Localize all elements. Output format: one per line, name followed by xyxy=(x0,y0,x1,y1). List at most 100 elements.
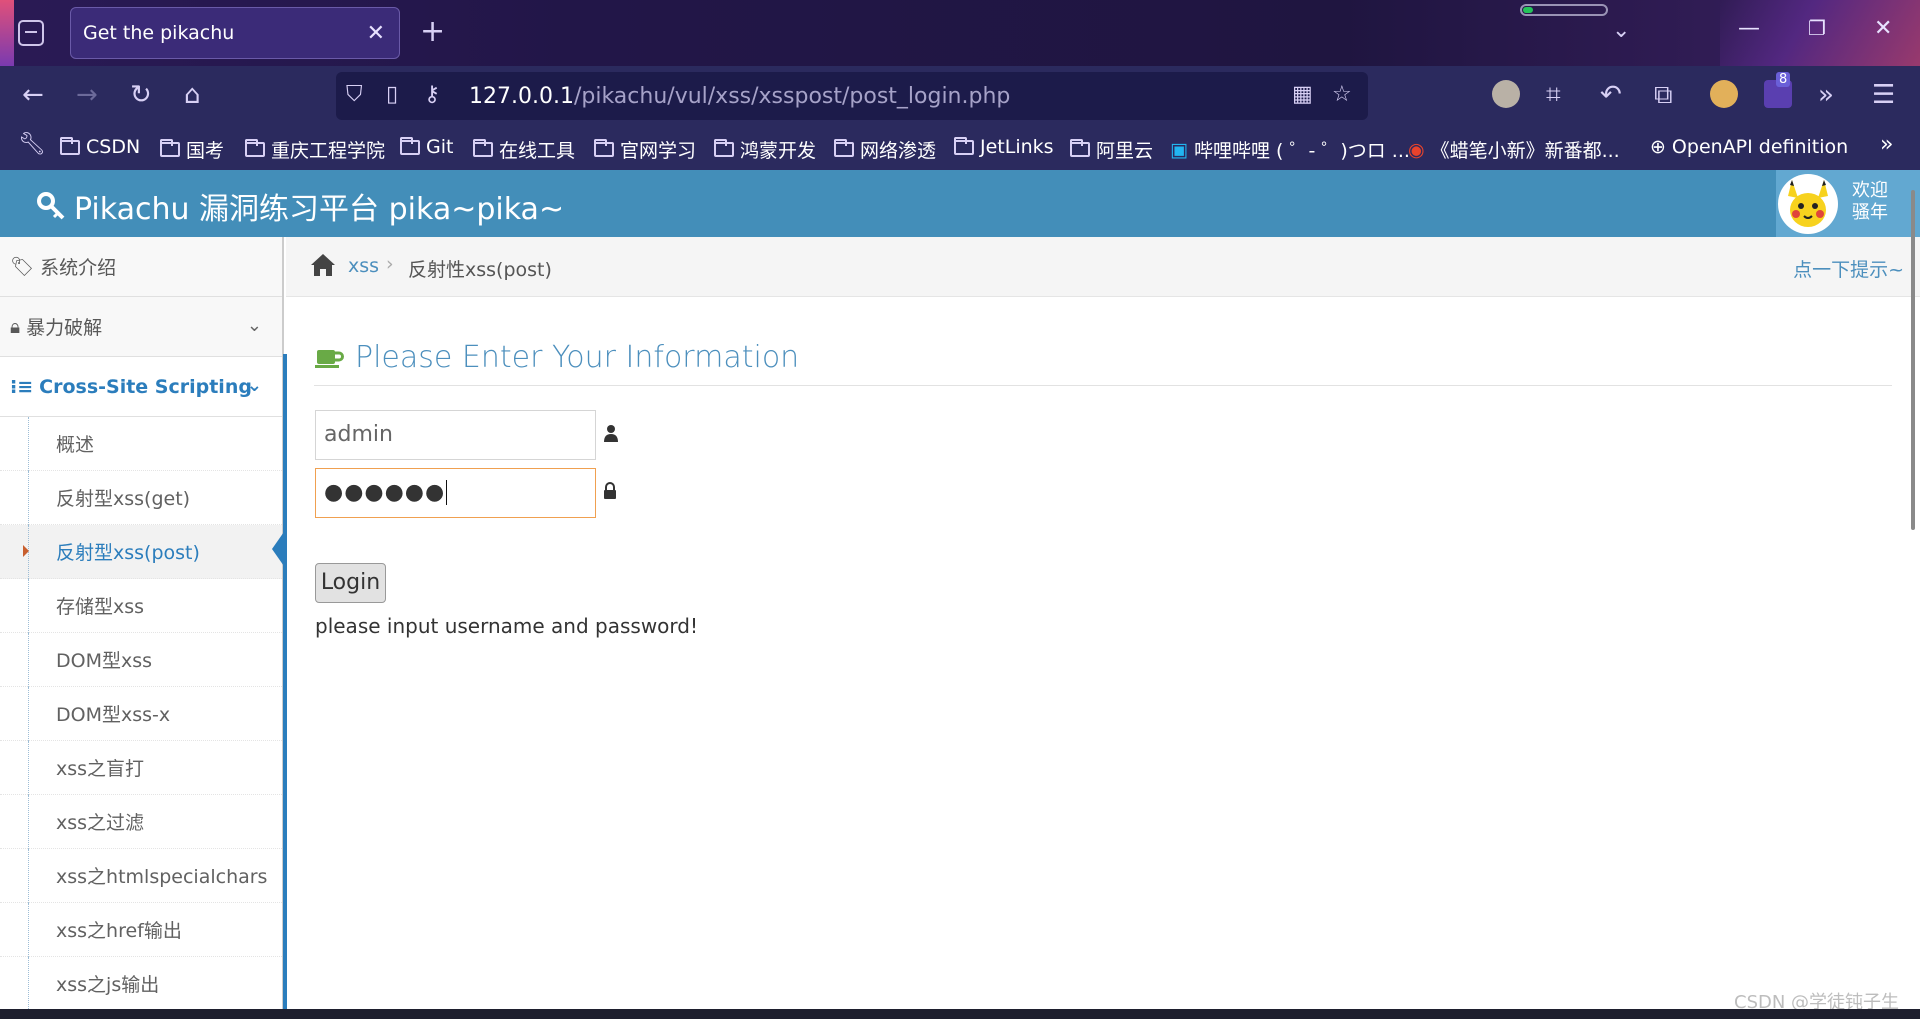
folder-icon xyxy=(400,136,420,155)
username-field[interactable]: admin xyxy=(315,410,596,460)
bookmark-item[interactable]: 在线工具 xyxy=(473,136,575,163)
text-cursor xyxy=(446,480,448,505)
theme-decoration xyxy=(0,0,14,66)
sidebar-subitem[interactable]: 反射型xss(get) xyxy=(0,471,282,525)
bookmark-item[interactable]: 网络渗透 xyxy=(834,136,936,163)
active-item-arrow xyxy=(272,529,286,569)
bookmark-item[interactable]: ▣ 哔哩哔哩 ( ゜- ゜)つロ ... xyxy=(1170,136,1410,163)
bookmark-item[interactable]: ◉ 《蜡笔小新》新番都... xyxy=(1408,136,1620,163)
tab-manager-icon[interactable] xyxy=(18,20,44,46)
app-title[interactable]: Pikachu 漏洞练习平台 pika~pika~ xyxy=(36,184,564,228)
password-field[interactable]: ●●●●●● xyxy=(315,468,596,518)
sidebar-subitem[interactable]: xss之过滤 xyxy=(0,795,282,849)
address-bar[interactable]: ⛉ ▯ ⚷ 127.0.0.1/pikachu/vul/xss/xsspost/… xyxy=(336,72,1368,120)
user-icon xyxy=(603,424,619,447)
home-icon[interactable] xyxy=(310,253,336,282)
breadcrumb-current: 反射性xss(post) xyxy=(408,259,552,281)
password-masked-value: ●●●●●● xyxy=(324,480,446,505)
welcome-text: 欢迎 骚年 xyxy=(1852,180,1888,223)
restore-icon[interactable]: ❐ xyxy=(1808,16,1826,40)
bookmark-item[interactable]: 阿里云 xyxy=(1070,136,1153,163)
pikachu-avatar-image xyxy=(1788,180,1828,227)
sidebar-subitem[interactable]: DOM型xss xyxy=(0,633,282,687)
home-icon[interactable]: ⌂ xyxy=(184,80,201,110)
breadcrumb-link-xss[interactable]: xss xyxy=(348,255,379,277)
folder-icon xyxy=(954,136,974,155)
browser-toolbar: ← → ↻ ⌂ ⛉ ▯ ⚷ 127.0.0.1/pikachu/vul/xss/… xyxy=(0,66,1920,128)
sidebar-subitem[interactable]: xss之盲打 xyxy=(0,741,282,795)
close-tab-icon[interactable]: ✕ xyxy=(367,21,385,46)
bookmark-item[interactable]: 国考 xyxy=(160,136,224,163)
shield-icon[interactable]: ⛉ xyxy=(346,82,363,107)
bookmark-item[interactable]: ⊕ OpenAPI definition xyxy=(1650,136,1848,158)
list-tabs-icon[interactable]: ⌄ xyxy=(1612,18,1630,43)
sidebar-subitem[interactable]: xss之htmlspecialchars xyxy=(0,849,282,903)
folder-icon xyxy=(245,139,265,157)
load-progress xyxy=(1520,4,1608,16)
app-header: Pikachu 漏洞练习平台 pika~pika~ 欢迎 骚年 xyxy=(0,170,1920,237)
back-icon[interactable]: ← xyxy=(22,80,44,110)
overflow-chevron-icon[interactable]: » xyxy=(1818,80,1834,110)
crop-icon[interactable]: ⌗ xyxy=(1546,80,1561,110)
sidebar-item-intro[interactable]: 🏷︎ 系统介绍 xyxy=(0,237,282,297)
browser-tab[interactable]: Get the pikachu ✕ xyxy=(70,7,400,59)
url-text[interactable]: 127.0.0.1/pikachu/vul/xss/xsspost/post_l… xyxy=(469,84,1010,109)
forward-icon[interactable]: → xyxy=(76,80,98,110)
folder-icon xyxy=(714,139,734,157)
sidebar-active-border xyxy=(283,354,287,1009)
list-tree-icon: ⁝≡ xyxy=(10,375,34,398)
key-icon xyxy=(37,192,65,220)
sidebar-item-xss[interactable]: ⁝≡ Cross-Site Scripting ⌄ xyxy=(0,357,282,417)
bookmark-item[interactable]: Git xyxy=(400,136,453,158)
bookmark-item[interactable]: 重庆工程学院 xyxy=(245,136,385,163)
reload-icon[interactable]: ↻ xyxy=(130,80,152,110)
page-scrollbar[interactable] xyxy=(1911,190,1915,530)
breadcrumb-separator: › xyxy=(386,253,394,275)
bookmark-item[interactable]: CSDN xyxy=(60,136,140,158)
sidebar-subitem-active[interactable]: 反射型xss(post) xyxy=(0,525,282,579)
folder-icon xyxy=(473,139,493,157)
extension-avatar-icon[interactable] xyxy=(1492,80,1520,108)
key-icon[interactable]: ⚷ xyxy=(424,82,440,107)
sidebar-subitem[interactable]: 存储型xss xyxy=(0,579,282,633)
avatar[interactable] xyxy=(1778,174,1838,234)
login-button[interactable]: Login xyxy=(315,563,386,603)
login-message: please input username and password! xyxy=(315,614,698,638)
close-window-icon[interactable]: ✕ xyxy=(1874,16,1892,41)
sidebar-subitem[interactable]: 概述 xyxy=(0,417,282,471)
breadcrumb: xss › 反射性xss(post) 点一下提示~ xyxy=(286,237,1920,297)
folder-icon xyxy=(60,136,80,155)
weibo-icon: ◉ xyxy=(1408,138,1425,161)
url-host: 127.0.0.1 xyxy=(469,84,574,109)
ublock-icon[interactable] xyxy=(1710,80,1738,108)
sidebar-subitem[interactable]: DOM型xss-x xyxy=(0,687,282,741)
minimize-icon[interactable]: — xyxy=(1738,16,1760,41)
folder-icon xyxy=(834,139,854,157)
page-info-icon[interactable]: ▯ xyxy=(386,82,398,107)
qr-code-icon[interactable]: ▦ xyxy=(1292,82,1313,107)
wrench-icon[interactable]: 🔧︎ xyxy=(18,130,46,160)
hint-link[interactable]: 点一下提示~ xyxy=(1793,255,1904,282)
undo-icon[interactable]: ↶ xyxy=(1600,80,1622,110)
chevron-down-icon: ⌄ xyxy=(246,375,262,396)
bookmarks-overflow-icon[interactable]: » xyxy=(1880,132,1893,157)
lock-icon: 🔒︎ xyxy=(10,315,21,338)
bookmark-item[interactable]: 鸿蒙开发 xyxy=(714,136,816,163)
bookmarks-bar: 🔧︎ CSDN 国考 重庆工程学院 Git 在线工具 官网学习 鸿蒙开发 网络渗… xyxy=(0,128,1920,170)
divider xyxy=(314,385,1892,386)
load-progress-fill xyxy=(1523,7,1533,13)
lock-icon xyxy=(603,482,617,505)
bookmark-star-icon[interactable]: ☆ xyxy=(1332,82,1352,107)
extensions-icon[interactable]: ⧉ xyxy=(1654,80,1673,110)
new-tab-button[interactable]: + xyxy=(420,14,445,49)
url-path: /pikachu/vul/xss/xsspost/post_login.php xyxy=(573,84,1011,109)
folder-icon xyxy=(160,139,180,157)
sidebar-subitem[interactable]: xss之js输出 xyxy=(0,957,282,1009)
extension-badge-icon[interactable]: 8 xyxy=(1764,72,1792,108)
coffee-icon xyxy=(315,349,344,368)
bookmark-item[interactable]: JetLinks xyxy=(954,136,1054,158)
sidebar-subitem[interactable]: xss之href输出 xyxy=(0,903,282,957)
sidebar-item-brute-force[interactable]: 🔒︎ 暴力破解 ⌄ xyxy=(0,297,282,357)
bookmark-item[interactable]: 官网学习 xyxy=(594,136,696,163)
menu-icon[interactable]: ☰ xyxy=(1872,80,1895,110)
